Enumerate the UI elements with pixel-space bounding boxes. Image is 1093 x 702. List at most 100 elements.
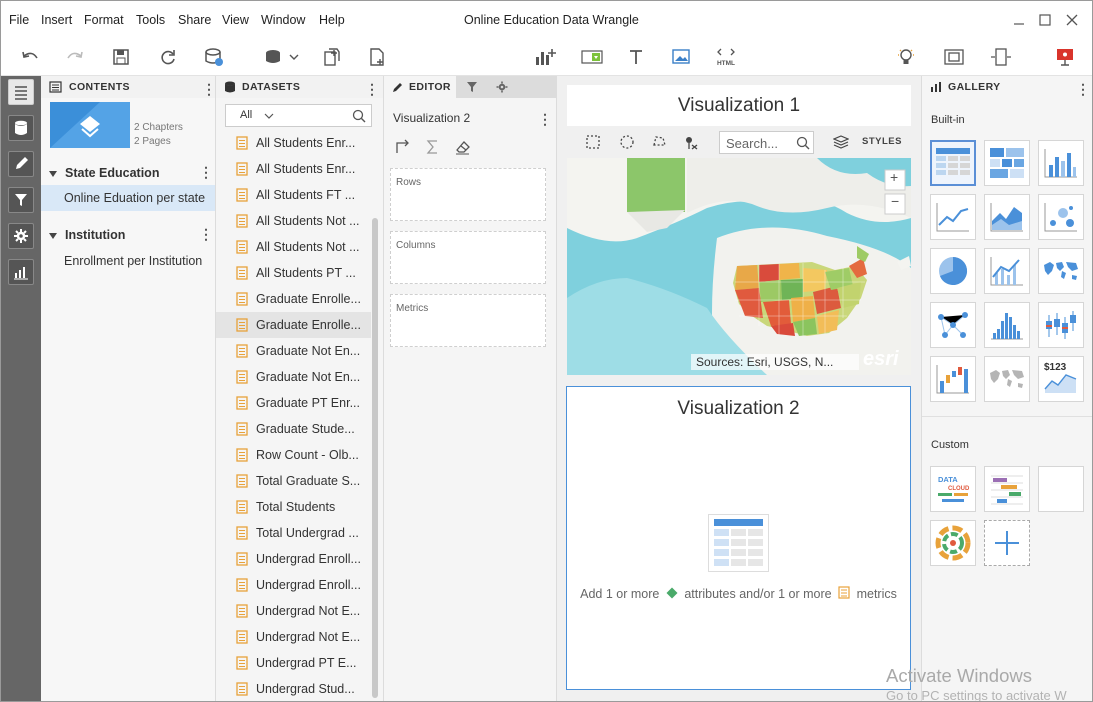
menu-share[interactable]: Share [178, 13, 211, 27]
lasso-select-icon[interactable] [651, 134, 667, 150]
datasets-toggle-icon[interactable] [8, 115, 34, 141]
html-container-icon[interactable]: HTML [713, 45, 739, 69]
save-icon[interactable] [109, 45, 133, 69]
tab-format[interactable] [488, 76, 516, 98]
zoom-out-button[interactable]: − [891, 193, 899, 209]
search-icon[interactable] [352, 109, 366, 123]
editor-toggle-icon[interactable] [8, 151, 34, 177]
gallery-add-custom[interactable] [984, 520, 1030, 566]
page-enrollment[interactable]: Enrollment per Institution [41, 248, 215, 274]
refresh-icon[interactable] [156, 45, 180, 69]
gallery-menu-icon[interactable]: ⋮ [1076, 82, 1090, 96]
dataset-search-box[interactable]: All [225, 104, 372, 127]
gallery-line[interactable] [930, 194, 976, 240]
gallery-waterfall[interactable] [930, 356, 976, 402]
drop-zone-columns[interactable]: Columns [390, 231, 546, 284]
undo-icon[interactable] [18, 45, 42, 69]
maximize-button[interactable] [1034, 9, 1056, 31]
dataset-metric-item[interactable]: Undergrad Not E... [216, 624, 371, 650]
gallery-custom-blank[interactable] [1038, 466, 1084, 512]
gallery-toggle-icon[interactable] [8, 259, 34, 285]
menu-insert[interactable]: Insert [41, 13, 72, 27]
gallery-kpi[interactable]: $123 [1038, 356, 1084, 402]
visualization-1[interactable]: Visualization 1 Search... STYLES + − Sou… [567, 85, 911, 375]
styles-button[interactable]: STYLES [862, 136, 902, 147]
gallery-area[interactable] [984, 194, 1030, 240]
caret-down-icon[interactable] [48, 169, 58, 179]
gallery-geo-map[interactable] [984, 356, 1030, 402]
gallery-heatmap[interactable] [984, 140, 1030, 186]
visualization-2[interactable]: Visualization 2 Add 1 or more attributes… [566, 386, 911, 690]
gallery-bubble[interactable] [1038, 194, 1084, 240]
dataset-metric-item[interactable]: Graduate Stude... [216, 416, 371, 442]
duplicate-page-icon[interactable] [320, 45, 344, 69]
gallery-sunburst[interactable] [930, 520, 976, 566]
gallery-network[interactable] [930, 302, 976, 348]
gallery-map[interactable] [1038, 248, 1084, 294]
rectangle-select-icon[interactable] [585, 134, 601, 150]
dataset-metric-item[interactable]: All Students PT ... [216, 260, 371, 286]
gallery-combo[interactable] [984, 248, 1030, 294]
contents-toggle-icon[interactable] [8, 79, 34, 105]
dataset-metric-item[interactable]: Total Students [216, 494, 371, 520]
responsive-view-icon[interactable] [989, 45, 1013, 69]
dataset-metric-item[interactable]: Total Graduate S... [216, 468, 371, 494]
gallery-box-plot[interactable] [1038, 302, 1084, 348]
map-search-input[interactable]: Search... [719, 131, 814, 154]
gallery-pie[interactable] [930, 248, 976, 294]
chevron-down-icon[interactable] [264, 113, 274, 121]
dataset-metric-item[interactable]: Undergrad Enroll... [216, 572, 371, 598]
add-data-dropdown[interactable] [262, 45, 302, 69]
insights-bulb-icon[interactable] [894, 45, 918, 69]
dataset-metric-item[interactable]: Row Count - Olb... [216, 442, 371, 468]
menu-window[interactable]: Window [261, 13, 305, 27]
data-source-icon[interactable] [202, 45, 226, 69]
format-toggle-icon[interactable] [8, 223, 34, 249]
drop-zone-metrics[interactable]: Metrics [390, 294, 546, 347]
dataset-metric-item[interactable]: Graduate Not En... [216, 364, 371, 390]
presentation-mode-icon[interactable] [1053, 45, 1077, 69]
filter-toggle-icon[interactable] [8, 187, 34, 213]
chapter-state-education[interactable]: State Education ⋮ [41, 164, 215, 184]
layers-icon[interactable] [833, 134, 849, 150]
search-icon[interactable] [796, 136, 810, 150]
page-online-education[interactable]: Online Eduation per state [41, 185, 215, 211]
dataset-metric-item[interactable]: Graduate Enrolle... [216, 286, 371, 312]
gallery-vertical-bar[interactable] [1038, 140, 1084, 186]
datasets-menu-icon[interactable]: ⋮ [365, 82, 379, 96]
contents-menu-icon[interactable]: ⋮ [202, 82, 216, 96]
dataset-metric-item[interactable]: Graduate Not En... [216, 338, 371, 364]
minimize-button[interactable] [1008, 9, 1030, 31]
image-icon[interactable] [669, 45, 693, 69]
zoom-in-button[interactable]: + [890, 169, 898, 185]
editor-menu-icon[interactable]: ⋮ [538, 112, 552, 126]
menu-help[interactable]: Help [319, 13, 345, 27]
filter-control-icon[interactable] [579, 45, 605, 69]
add-page-icon[interactable] [365, 45, 389, 69]
chapter-menu-icon[interactable]: ⋮ [199, 227, 213, 241]
menu-view[interactable]: View [222, 13, 249, 27]
dataset-metric-item[interactable]: Total Undergrad ... [216, 520, 371, 546]
sum-icon[interactable] [424, 139, 442, 155]
dataset-metric-item[interactable]: All Students Enr... [216, 156, 371, 182]
dataset-metric-item[interactable]: Undergrad Not E... [216, 598, 371, 624]
clear-selection-icon[interactable] [683, 134, 699, 150]
datasets-scrollbar[interactable] [372, 218, 378, 698]
swap-axes-icon[interactable] [394, 139, 412, 155]
menu-file[interactable]: File [9, 13, 29, 27]
gallery-histogram[interactable] [984, 302, 1030, 348]
redo-icon[interactable] [63, 45, 87, 69]
dataset-metric-item[interactable]: Undergrad Stud... [216, 676, 371, 701]
dataset-metric-item[interactable]: Graduate PT Enr... [216, 390, 371, 416]
dataset-metric-item[interactable]: Graduate Enrolle... [216, 312, 371, 338]
add-visualization-icon[interactable] [532, 45, 558, 69]
tab-editor[interactable]: EDITOR [384, 76, 456, 98]
circle-select-icon[interactable] [619, 134, 635, 150]
menu-format[interactable]: Format [84, 13, 124, 27]
text-icon[interactable] [624, 45, 648, 69]
dossier-thumbnail[interactable] [50, 102, 130, 148]
close-button[interactable] [1061, 9, 1083, 31]
fit-page-icon[interactable] [942, 45, 966, 69]
dataset-metric-item[interactable]: All Students Not ... [216, 234, 371, 260]
map-area[interactable]: + − Sources: Esri, USGS, N... esri [567, 158, 911, 375]
